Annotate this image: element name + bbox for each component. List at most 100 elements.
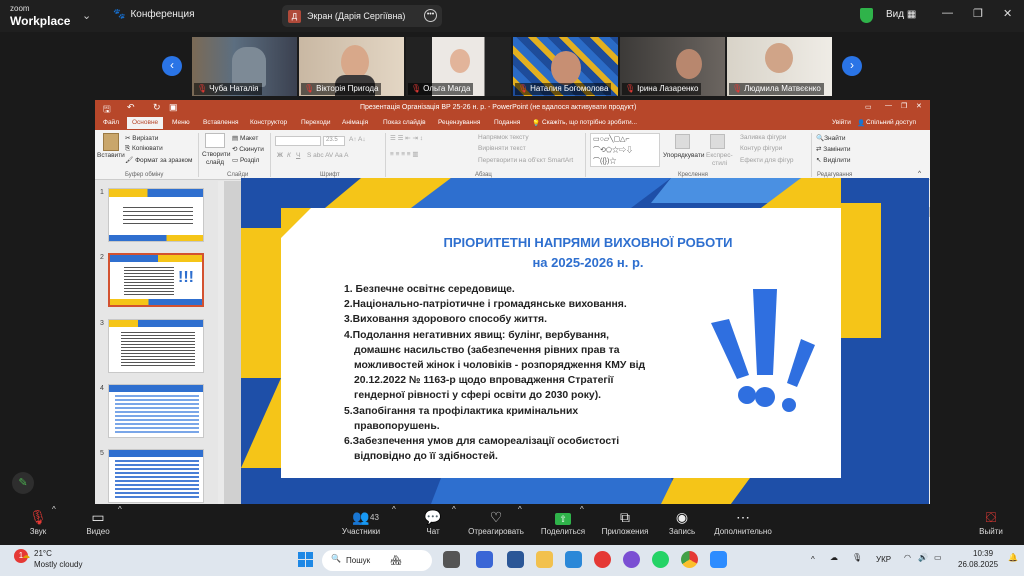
quick-styles-icon[interactable]	[710, 134, 725, 149]
chat-options-caret[interactable]: ^	[452, 505, 456, 545]
tab-view[interactable]: Подання	[494, 119, 520, 126]
opera-icon[interactable]	[594, 551, 611, 568]
arrange-icon[interactable]	[675, 134, 690, 149]
new-slide-label-1[interactable]: Створити	[202, 151, 231, 158]
file-explorer-icon[interactable]	[536, 551, 553, 568]
smartart-button[interactable]: Перетворити на об'єкт SmartArt	[478, 157, 573, 164]
weather-desc[interactable]: Mostly cloudy	[34, 560, 82, 569]
share-button[interactable]: Спільний доступ	[866, 119, 916, 126]
shapes-gallery[interactable]: ▭○▱╲▢△⌐ ⌒⟲⬠☆⇨⇩ ⌒({})☆	[590, 133, 660, 167]
security-shield-icon[interactable]	[860, 8, 873, 23]
replace-button[interactable]: ⇄ Замінити	[816, 145, 851, 153]
viber-icon[interactable]	[623, 551, 640, 568]
redo-icon[interactable]: ↻	[153, 102, 161, 113]
underline-icon[interactable]: Ч	[296, 152, 300, 159]
tab-transitions[interactable]: Переходи	[301, 119, 330, 126]
quick-styles-label-2[interactable]: стилі	[712, 160, 727, 167]
minimize-button[interactable]: —	[942, 7, 953, 19]
cloud-icon[interactable]: ☁	[830, 553, 838, 562]
collapse-ribbon-icon[interactable]: ^	[918, 170, 921, 177]
signin-link[interactable]: Увійти	[832, 119, 851, 126]
conference-menu[interactable]: 🐾 Конференция	[113, 9, 195, 20]
share-options-caret[interactable]: ^	[580, 505, 584, 545]
new-slide-icon[interactable]	[205, 133, 225, 148]
copy-button[interactable]: ⎘ Копіювати	[125, 145, 163, 153]
ribbon-display-icon[interactable]: ▭	[865, 103, 872, 111]
participants-options-caret[interactable]: ^	[392, 505, 396, 545]
align-text-button[interactable]: Вирівняти текст	[478, 145, 526, 152]
video-button[interactable]: ▭ Видео	[78, 505, 118, 545]
shape-fill-button[interactable]: Заливка фігури	[740, 134, 786, 141]
shape-outline-button[interactable]: Контур фігури	[740, 145, 782, 152]
battery-icon[interactable]: ▭	[934, 553, 942, 562]
participant-tile[interactable]: 🎙 Ольга Магда	[406, 37, 511, 96]
find-button[interactable]: 🔍Знайти	[816, 134, 845, 142]
leave-button[interactable]: ⛋ Выйти	[976, 505, 1006, 545]
outlook-icon[interactable]	[507, 551, 524, 568]
task-view-icon[interactable]	[443, 551, 460, 568]
participant-tile[interactable]: 🎙 Вікторія Пригода	[299, 37, 404, 96]
tab-animations[interactable]: Анімація	[342, 119, 368, 126]
shape-effects-button[interactable]: Ефекти для фігур	[740, 157, 794, 164]
react-button[interactable]: ♡ Отреагировать	[466, 505, 526, 545]
ppt-restore-button[interactable]: ❐	[901, 102, 907, 110]
ppt-minimize-button[interactable]: —	[885, 102, 892, 109]
italic-icon[interactable]: К	[287, 152, 291, 159]
restore-button[interactable]: ❐	[973, 7, 983, 20]
slide-thumbnail[interactable]	[108, 384, 204, 438]
language-indicator[interactable]: УКР	[876, 555, 891, 564]
close-button[interactable]: ✕	[1003, 7, 1012, 20]
font-grow-icon[interactable]: A↑ A↓	[349, 136, 366, 143]
tab-insert[interactable]: Вставлення	[203, 119, 239, 126]
paste-button[interactable]: Вставити	[97, 152, 125, 159]
store-icon[interactable]	[565, 551, 582, 568]
bold-icon[interactable]: Ж	[277, 152, 283, 159]
font-family-select[interactable]	[275, 136, 321, 146]
tab-menu[interactable]: Меню	[172, 119, 190, 126]
slide-thumbnail[interactable]	[108, 449, 204, 503]
undo-icon[interactable]: ↶	[127, 102, 135, 113]
taskbar-search[interactable]: 🔍 Пошук 🏘	[322, 550, 432, 571]
participants-button[interactable]: 👥 Участники	[336, 505, 386, 545]
tab-review[interactable]: Рецензування	[438, 119, 480, 126]
copilot-icon[interactable]	[476, 551, 493, 568]
current-slide[interactable]: ПРІОРИТЕТНІ НАПРЯМИ ВИХОВНОЇ РОБОТИ на 2…	[241, 178, 929, 504]
whatsapp-icon[interactable]	[652, 551, 669, 568]
speaker-icon[interactable]: 🔊	[918, 553, 928, 562]
reset-button[interactable]: ⟲ Скинути	[232, 145, 264, 153]
participant-tile[interactable]: 🎙 Людмила Матвєєнко	[727, 37, 832, 96]
bullets-icon[interactable]: ☰ ☰ ⇤ ⇥ ↕	[390, 134, 423, 142]
chrome-icon[interactable]	[681, 551, 698, 568]
more-button[interactable]: ⋯ Дополнительно	[710, 505, 776, 545]
wifi-icon[interactable]: ◠	[904, 553, 911, 562]
tab-file[interactable]: Файл	[103, 119, 119, 126]
apps-button[interactable]: ⧉ Приложения	[598, 505, 652, 545]
weather-temp[interactable]: 21°C	[34, 549, 52, 558]
view-menu[interactable]: Вид ▦	[886, 9, 916, 20]
tab-slideshow[interactable]: Показ слайдів	[383, 119, 426, 126]
cut-button[interactable]: ✂ Вирізати	[125, 134, 158, 142]
arrange-button[interactable]: Упорядкувати	[663, 152, 704, 159]
gallery-prev-button[interactable]: ‹	[162, 56, 182, 76]
ppt-close-button[interactable]: ✕	[916, 102, 922, 110]
select-button[interactable]: ↖ Виділити	[816, 156, 851, 164]
paste-icon[interactable]	[103, 133, 119, 151]
share-screen-tab[interactable]: Д Экран (Дарія Сергіївна) •••	[282, 5, 442, 27]
gallery-next-button[interactable]: ›	[842, 56, 862, 76]
record-button[interactable]: ◉ Запись	[664, 505, 700, 545]
section-button[interactable]: ▭ Розділ	[232, 156, 259, 164]
font-size-select[interactable]: 23.5	[323, 136, 345, 146]
strike-icon[interactable]: S abc AV Aa A	[307, 152, 348, 159]
start-windows-icon[interactable]	[297, 551, 314, 568]
chat-button[interactable]: 💬 Чат	[418, 505, 448, 545]
annotate-pencil-icon[interactable]: ✎	[12, 472, 34, 494]
participant-tile[interactable]: 🎙 Наталия Богомолова	[513, 37, 618, 96]
text-direction-button[interactable]: Напрямок тексту	[478, 134, 529, 141]
tab-design[interactable]: Конструктор	[250, 119, 287, 126]
video-options-caret[interactable]: ^	[118, 505, 122, 545]
slide-thumbnail-selected[interactable]: !!!	[108, 253, 204, 307]
tab-home[interactable]: Основне	[127, 117, 164, 129]
zoom-taskbar-icon[interactable]	[710, 551, 727, 568]
quick-styles-label-1[interactable]: Експрес-	[706, 152, 733, 159]
tray-chevron-icon[interactable]: ^	[811, 555, 815, 564]
